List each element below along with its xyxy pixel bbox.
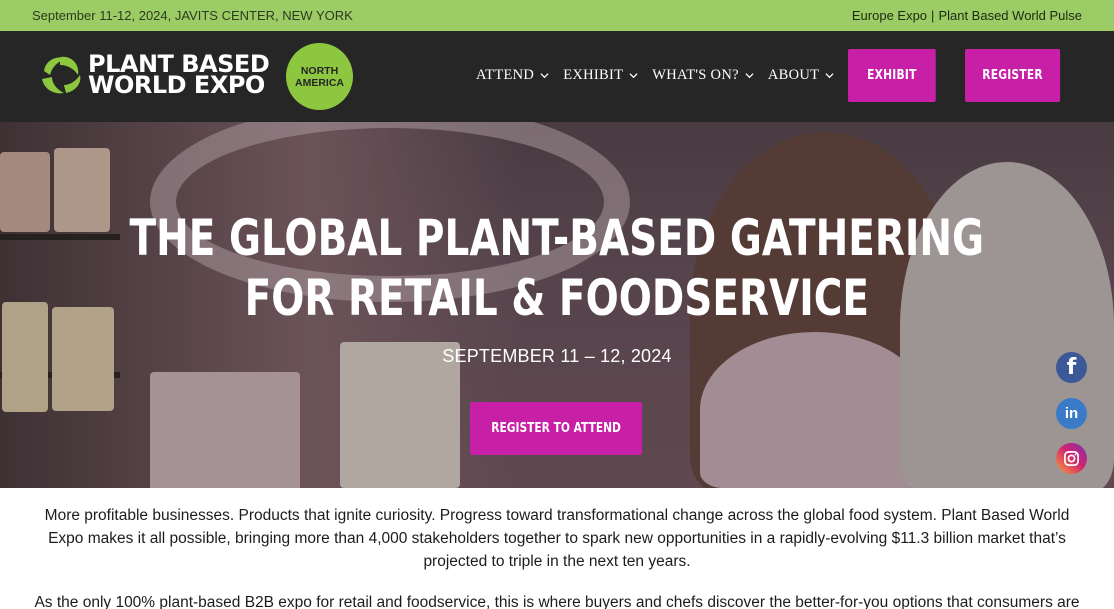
nav-label: ATTEND [476, 67, 535, 83]
nav-item-attend[interactable]: ATTEND [476, 67, 549, 84]
register-to-attend-button[interactable]: REGISTER TO ATTEND [470, 402, 642, 455]
instagram-glyph-icon [1064, 451, 1079, 466]
cta-label: REGISTER TO ATTEND [491, 421, 621, 436]
instagram-icon[interactable] [1056, 443, 1087, 474]
hero-title: THE GLOBAL PLANT-BASED GATHERING FOR RET… [122, 208, 991, 328]
exhibit-button[interactable]: EXHIBIT [848, 49, 936, 102]
chevron-down-icon [629, 73, 638, 79]
hero-date: SEPTEMBER 11 – 12, 2024 [442, 346, 672, 366]
top-links: Europe Expo | Plant Based World Pulse [852, 8, 1082, 23]
nav-item-whats-on[interactable]: WHAT'S ON? [652, 67, 754, 84]
intro-paragraph: More profitable businesses. Products tha… [44, 507, 1070, 570]
chevron-down-icon [540, 73, 549, 79]
nav-label: EXHIBIT [563, 67, 624, 83]
nav-label: WHAT'S ON? [652, 67, 739, 83]
facebook-glyph: f [1066, 355, 1077, 380]
main-nav: ATTEND EXHIBIT WHAT'S ON? ABOUT [476, 67, 848, 84]
nav-label: ABOUT [767, 67, 820, 83]
plant-based-world-pulse-link[interactable]: Plant Based World Pulse [938, 8, 1082, 23]
linkedin-glyph: in [1064, 405, 1079, 422]
hero-title-line-1: THE GLOBAL PLANT-BASED GATHERING [129, 209, 985, 267]
site-logo[interactable]: PLANT BASED WORLD EXPO [40, 52, 270, 99]
second-paragraph: As the only 100% plant-based B2B expo fo… [34, 594, 1080, 609]
leaf-logo-icon [42, 56, 81, 94]
site-header: PLANT BASED WORLD EXPO NORTH AMERICA ATT… [0, 31, 1114, 122]
hero-banner: THE GLOBAL PLANT-BASED GATHERING FOR RET… [0, 122, 1114, 488]
europe-expo-link[interactable]: Europe Expo [852, 8, 927, 23]
top-link-separator: | [931, 8, 935, 23]
chevron-down-icon [745, 73, 754, 79]
top-info-bar: September 11-12, 2024, JAVITS CENTER, NE… [0, 0, 1114, 31]
linkedin-icon[interactable]: in [1056, 398, 1087, 429]
chevron-down-icon [825, 73, 834, 79]
logo-line-2: WORLD EXPO [88, 71, 265, 99]
facebook-icon[interactable]: f [1056, 352, 1087, 383]
hero-title-line-2: FOR RETAIL & FOODSERVICE [244, 269, 869, 327]
logo-text: PLANT BASED WORLD EXPO [88, 52, 270, 99]
region-line-2: AMERICA [295, 76, 344, 89]
region-line-1: NORTH [300, 64, 339, 77]
north-america-badge[interactable]: NORTH AMERICA [286, 43, 353, 110]
nav-item-about[interactable]: ABOUT [768, 67, 834, 84]
event-info-text: September 11-12, 2024, JAVITS CENTER, NE… [32, 8, 353, 23]
register-button[interactable]: REGISTER [965, 49, 1061, 102]
nav-item-exhibit[interactable]: EXHIBIT [563, 67, 638, 84]
